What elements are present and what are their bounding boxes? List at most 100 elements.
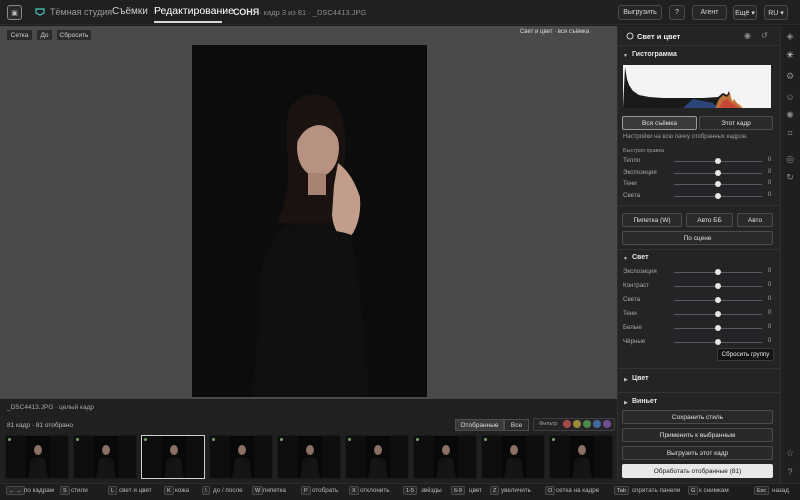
light-slider-knob[interactable]: [715, 325, 721, 331]
before-button[interactable]: До: [36, 29, 53, 41]
color-filter-dot[interactable]: [603, 420, 611, 428]
pick-indicator: [144, 438, 147, 441]
sun-icon[interactable]: ✳: [785, 50, 795, 60]
color-filter-dot[interactable]: [573, 420, 581, 428]
help-icon[interactable]: ?: [785, 467, 795, 477]
hotkey-label: отобрать: [312, 487, 339, 494]
chevron-right-icon[interactable]: ▶: [624, 400, 628, 406]
pick-indicator: [484, 438, 487, 441]
pick-indicator: [280, 438, 283, 441]
light-slider-value: 0: [768, 282, 772, 288]
hotkey-key: W: [252, 486, 264, 495]
color-filter-dot[interactable]: [583, 420, 591, 428]
reset-button[interactable]: Сбросить: [56, 29, 92, 41]
filmstrip-thumbnail[interactable]: [277, 435, 341, 479]
light-slider-value: 0: [768, 268, 772, 274]
quick-slider-label: Тени: [623, 180, 637, 187]
pick-indicator: [8, 438, 11, 441]
grid-button[interactable]: Сетка: [6, 29, 33, 41]
color-section-title[interactable]: Цвет: [632, 375, 649, 382]
quick-slider-knob[interactable]: [715, 192, 721, 199]
light-slider-knob[interactable]: [715, 283, 721, 289]
hotkey-label: цвет: [469, 487, 483, 494]
filmstrip-thumbnail[interactable]: [345, 435, 409, 479]
layers-icon[interactable]: ◈: [785, 31, 795, 41]
scope-frame-button[interactable]: Этот кадр: [699, 116, 773, 130]
histogram-title[interactable]: Гистограмма: [632, 51, 677, 58]
filmstrip-thumbnail[interactable]: [413, 435, 477, 479]
agent-button[interactable]: Агент: [692, 5, 727, 20]
quick-slider-value: 0: [768, 191, 772, 198]
filmstrip-thumbnail[interactable]: [5, 435, 69, 479]
star-icon[interactable]: ☆: [785, 448, 795, 458]
chevron-right-icon[interactable]: ▶: [624, 377, 628, 383]
main-photo[interactable]: [192, 45, 427, 397]
filmstrip-thumbnail[interactable]: [209, 435, 273, 479]
quick-edit-title: Быстрая правка: [623, 148, 665, 154]
filmstrip-thumbnail[interactable]: [549, 435, 613, 479]
more-menu-button[interactable]: Ещё ▾: [733, 5, 757, 20]
strip-count: 81 кадр · 81 отобрано: [7, 422, 74, 429]
by-scene-button[interactable]: По сцене: [622, 231, 773, 245]
filmstrip-thumbnail[interactable]: [73, 435, 137, 479]
next-section-title[interactable]: Виньет: [632, 398, 657, 404]
hotkey-key: \: [202, 486, 210, 495]
shoot-name: СОНЯ: [233, 7, 260, 17]
divider: [618, 249, 780, 250]
hotkey-key: 1-5: [403, 486, 417, 495]
quick-slider-knob[interactable]: [715, 158, 721, 164]
filmstrip-thumbnail[interactable]: [141, 435, 205, 479]
hotkey-key: G: [688, 486, 699, 495]
help-button[interactable]: ?: [669, 5, 685, 20]
export-button[interactable]: Выгрузить: [618, 5, 662, 20]
scope-all-button[interactable]: Вся съёмка: [622, 116, 697, 130]
eye-icon[interactable]: ◎: [785, 154, 795, 164]
studio-name[interactable]: Тёмная студия: [50, 7, 112, 17]
light-slider-value: 0: [768, 338, 772, 344]
history-icon[interactable]: ↻: [785, 172, 795, 182]
chevron-down-icon[interactable]: ▼: [623, 256, 628, 262]
light-slider-knob[interactable]: [715, 311, 721, 317]
process-selected-button[interactable]: Обработать отобранные (81): [622, 464, 773, 478]
quick-slider-knob[interactable]: [715, 169, 721, 176]
tab-selected[interactable]: Отобранные: [455, 419, 504, 431]
hotkey-label: сетка на кадре: [556, 487, 600, 494]
nav-edit[interactable]: Редактирование: [154, 5, 234, 17]
light-section-title[interactable]: Свет: [632, 254, 649, 261]
quick-slider-value: 0: [768, 180, 772, 186]
face-icon[interactable]: ☺: [785, 92, 795, 102]
export-frame-button[interactable]: Выгрузить этот кадр: [622, 446, 773, 460]
hotkey-label: пипетка: [263, 487, 286, 494]
settings-icon[interactable]: ⚙: [785, 71, 795, 81]
auto-wb-button[interactable]: Авто ББ: [686, 213, 733, 227]
hotkey-label: отклонить: [360, 487, 390, 494]
light-slider-knob[interactable]: [715, 269, 721, 275]
reset-group-tooltip[interactable]: Сбросить группу: [717, 348, 774, 361]
frame-info: · кадр 3 из 81 · _DSC4413.JPG: [259, 8, 367, 17]
eye-icon[interactable]: ◉: [744, 31, 751, 40]
save-style-button[interactable]: Сохранить стиль: [622, 410, 773, 424]
color-filter-dot[interactable]: [593, 420, 601, 428]
light-slider-knob[interactable]: [715, 339, 721, 345]
hotkey-key: Esc: [754, 486, 770, 495]
auto-button[interactable]: Авто: [737, 213, 773, 227]
eyedropper-button[interactable]: Пипетка (W): [622, 213, 682, 227]
quick-slider-knob[interactable]: [715, 181, 721, 187]
chevron-down-icon[interactable]: ▼: [623, 53, 628, 59]
sparkle-icon[interactable]: ✺: [785, 110, 795, 120]
hotkey-label: увеличить: [501, 487, 531, 494]
filmstrip-thumbnail[interactable]: [481, 435, 545, 479]
color-filter-dot[interactable]: [563, 420, 571, 428]
app-logo-icon[interactable]: ▣: [7, 5, 22, 20]
tab-all[interactable]: Все: [504, 419, 529, 431]
hotkey-key: Z: [490, 486, 500, 495]
nav-shoots[interactable]: Съёмки: [112, 6, 148, 17]
light-slider-label: Контраст: [623, 282, 650, 289]
light-slider-label: Тени: [623, 310, 637, 317]
undo-icon[interactable]: ↺: [761, 31, 768, 40]
language-select[interactable]: RU ▾: [764, 5, 788, 20]
light-slider-knob[interactable]: [715, 297, 721, 303]
apply-selected-button[interactable]: Применить к выбранным: [622, 428, 773, 442]
crop-icon[interactable]: ⌗: [785, 128, 795, 138]
studio-icon: [35, 8, 45, 16]
